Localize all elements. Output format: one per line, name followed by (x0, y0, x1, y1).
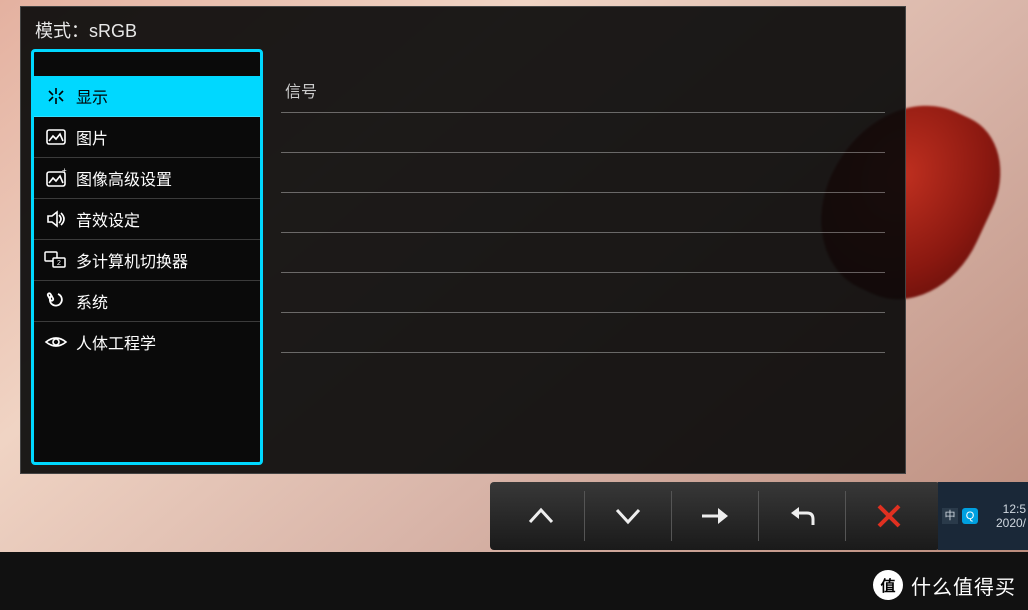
detail-row-empty (281, 113, 885, 153)
menu-item-display[interactable]: 显示 (34, 76, 260, 117)
detail-row-signal[interactable]: 信号 (281, 73, 885, 113)
clock-time: 12:5 (996, 502, 1026, 516)
picture-advanced-icon: + (44, 167, 68, 189)
menu-item-label: 音效设定 (76, 207, 140, 231)
menu-item-label: 图片 (76, 125, 108, 149)
osd-mode-title: 模式：sRGB (21, 7, 905, 49)
clock-date: 2020/ (996, 516, 1026, 530)
detail-row-empty (281, 193, 885, 233)
svg-text:2: 2 (57, 260, 61, 267)
menu-item-label: 系统 (76, 289, 108, 313)
menu-item-ergonomics[interactable]: 人体工程学 (34, 322, 260, 362)
detail-row-label: 信号 (285, 84, 317, 101)
taskbar-clock[interactable]: 12:5 2020/ (996, 502, 1028, 531)
detail-row-empty (281, 233, 885, 273)
tray-app-icon[interactable]: Q (962, 508, 978, 524)
menu-item-label: 显示 (76, 84, 108, 108)
down-button[interactable] (584, 491, 671, 541)
exit-button[interactable] (845, 491, 932, 541)
osd-nav-bar (490, 482, 940, 550)
osd-sidebar: 显示 图片 + 图像高级设置 音效设定 (31, 49, 263, 465)
menu-item-picture[interactable]: 图片 (34, 117, 260, 158)
menu-item-system[interactable]: 系统 (34, 281, 260, 322)
watermark-badge: 值 (873, 570, 903, 600)
system-icon (44, 290, 68, 312)
detail-row-empty (281, 313, 885, 353)
menu-item-label: 多计算机切换器 (76, 248, 188, 272)
osd-window: 模式：sRGB 显示 图片 + 图像高级设置 (20, 6, 906, 474)
ime-indicator[interactable]: 中 (942, 508, 958, 524)
kvm-icon: 2 (44, 249, 68, 271)
svg-text:+: + (62, 168, 67, 175)
enter-button[interactable] (671, 491, 758, 541)
menu-item-audio[interactable]: 音效设定 (34, 199, 260, 240)
detail-row-empty (281, 153, 885, 193)
detail-row-empty (281, 273, 885, 313)
menu-item-kvm[interactable]: 2 多计算机切换器 (34, 240, 260, 281)
back-button[interactable] (758, 491, 845, 541)
audio-icon (44, 208, 68, 230)
menu-item-label: 人体工程学 (76, 330, 156, 354)
watermark: 值 什么值得买 (873, 570, 1016, 600)
watermark-text: 什么值得买 (911, 571, 1016, 600)
windows-taskbar: 中 Q 12:5 2020/ (938, 482, 1028, 550)
ergonomics-icon (44, 331, 68, 353)
display-icon (44, 85, 68, 107)
menu-item-picture-advanced[interactable]: + 图像高级设置 (34, 158, 260, 199)
menu-item-label: 图像高级设置 (76, 166, 172, 190)
picture-icon (44, 126, 68, 148)
osd-detail-panel: 信号 (263, 49, 895, 465)
up-button[interactable] (498, 491, 584, 541)
